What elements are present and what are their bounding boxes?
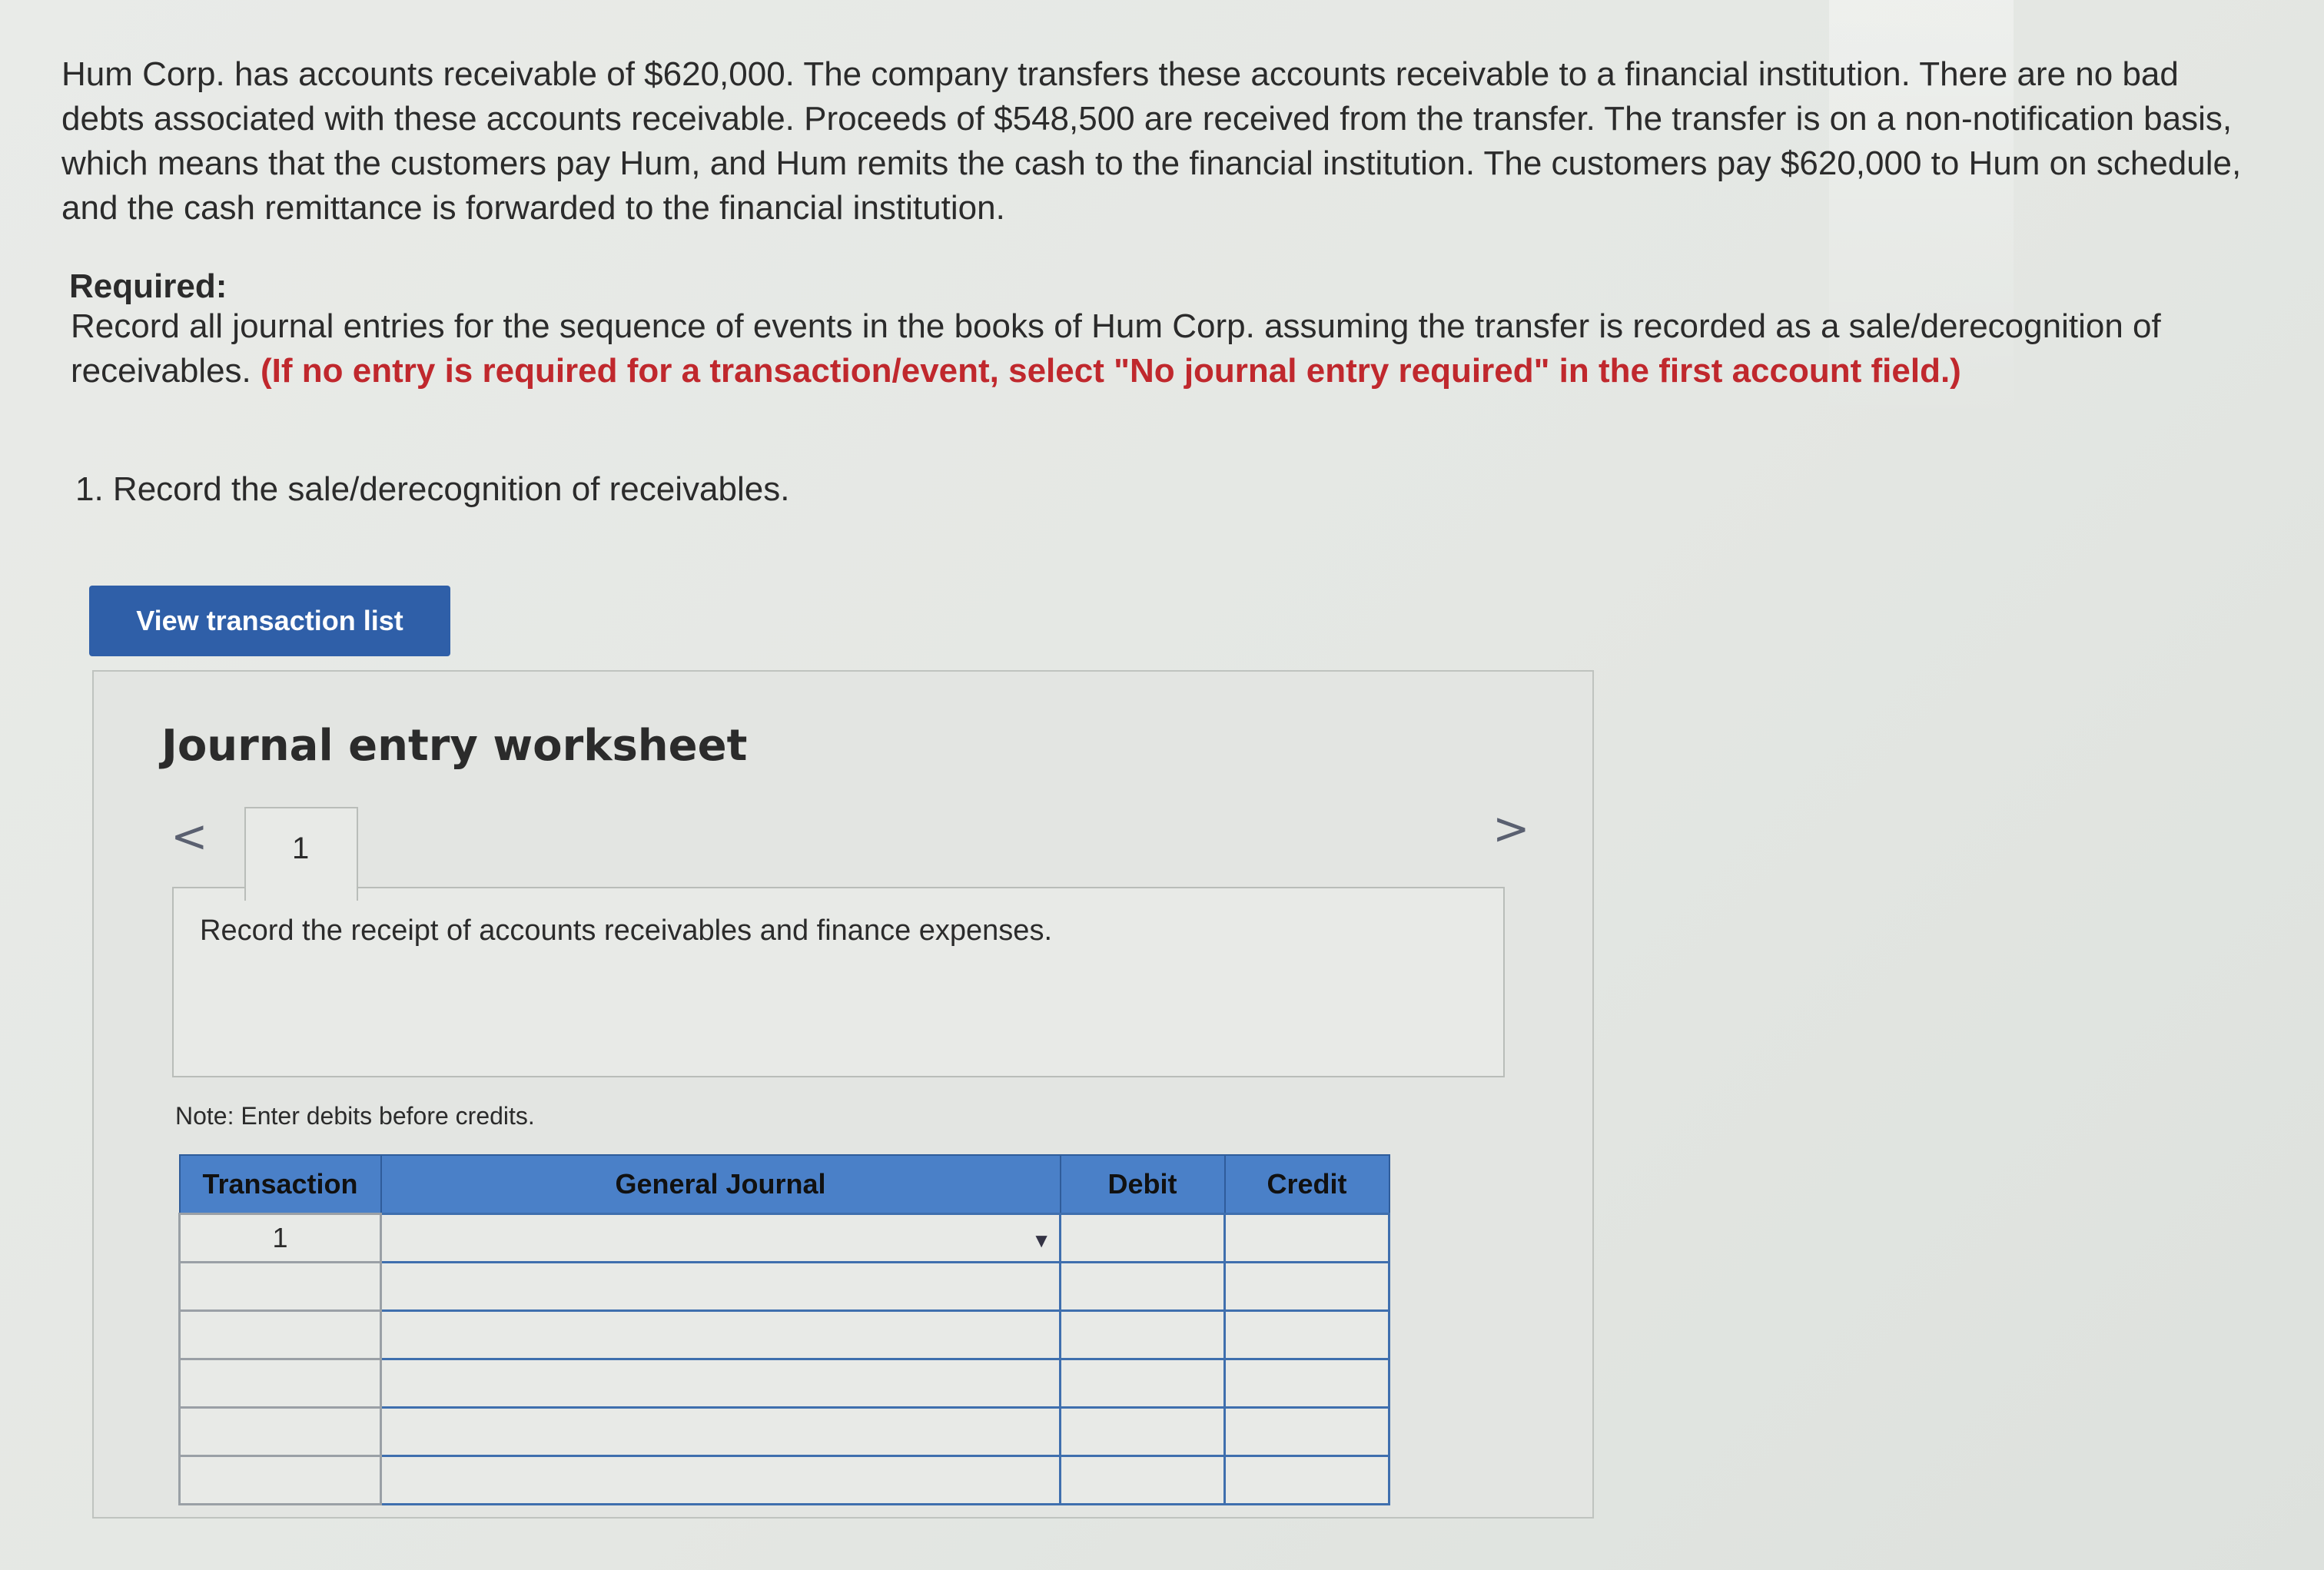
debit-cell[interactable] [1059,1309,1226,1360]
table-row [178,1261,1390,1312]
credit-cell[interactable] [1223,1455,1390,1505]
journal-entry-worksheet: Journal entry worksheet < 1 > Record the… [92,670,1594,1519]
tab-1-label: 1 [292,831,310,865]
account-select[interactable] [382,1263,1059,1309]
credit-input[interactable] [1226,1215,1388,1261]
credit-input[interactable] [1226,1263,1388,1309]
header-transaction: Transaction [178,1154,382,1215]
table-row [178,1358,1390,1409]
debit-cell[interactable] [1059,1261,1226,1312]
account-select-cell[interactable] [380,1309,1061,1360]
transaction-cell [178,1261,382,1312]
debit-credit-note: Note: Enter debits before credits. [175,1102,535,1130]
required-note: (If no entry is required for a transacti… [261,352,1961,390]
credit-cell[interactable] [1223,1261,1390,1312]
debit-cell[interactable] [1059,1213,1226,1263]
account-select-cell[interactable] [380,1455,1061,1505]
journal-header-row: Transaction General Journal Debit Credit [178,1154,1390,1215]
worksheet-title: Journal entry worksheet [161,721,748,771]
transaction-cell [178,1358,382,1409]
header-credit: Credit [1223,1154,1390,1215]
view-transaction-list-button[interactable]: View transaction list [89,586,450,656]
debit-input[interactable] [1061,1360,1223,1406]
required-instructions: Record all journal entries for the seque… [71,304,2161,393]
account-select[interactable] [382,1409,1059,1455]
credit-input[interactable] [1226,1457,1388,1503]
credit-cell[interactable] [1223,1213,1390,1263]
credit-cell[interactable] [1223,1406,1390,1457]
table-row [178,1455,1390,1505]
account-select[interactable] [382,1457,1059,1503]
credit-input[interactable] [1226,1409,1388,1455]
transaction-cell: 1 [178,1213,382,1263]
credit-cell[interactable] [1223,1358,1390,1409]
chevron-left-icon[interactable]: < [171,810,208,862]
chevron-down-icon[interactable]: ▼ [1031,1229,1051,1253]
instruction-text: Record the receipt of accounts receivabl… [200,914,1052,947]
header-general-journal: General Journal [380,1154,1061,1215]
account-select[interactable] [382,1360,1059,1406]
journal-table: Transaction General Journal Debit Credit… [178,1154,1390,1505]
required-heading: Required: [69,267,227,305]
credit-input[interactable] [1226,1312,1388,1358]
debit-cell[interactable] [1059,1455,1226,1505]
account-select-cell[interactable] [380,1406,1061,1457]
account-select[interactable] [382,1215,1059,1261]
transaction-cell [178,1455,382,1505]
table-row: 1 ▼ [178,1213,1390,1263]
problem-statement: Hum Corp. has accounts receivable of $62… [61,55,2242,227]
credit-input[interactable] [1226,1360,1388,1406]
transaction-cell [178,1406,382,1457]
tab-1[interactable]: 1 [244,807,358,901]
debit-cell[interactable] [1059,1406,1226,1457]
debit-input[interactable] [1061,1215,1223,1261]
account-select-cell[interactable] [380,1261,1061,1312]
step-label: 1. Record the sale/derecognition of rece… [75,470,790,508]
debit-input[interactable] [1061,1457,1223,1503]
credit-cell[interactable] [1223,1309,1390,1360]
table-row [178,1309,1390,1360]
debit-cell[interactable] [1059,1358,1226,1409]
account-select-cell[interactable] [380,1358,1061,1409]
account-select[interactable] [382,1312,1059,1358]
debit-input[interactable] [1061,1409,1223,1455]
transaction-cell [178,1309,382,1360]
debit-input[interactable] [1061,1312,1223,1358]
account-select-cell[interactable]: ▼ [380,1213,1061,1263]
instruction-box: Record the receipt of accounts receivabl… [172,887,1505,1077]
debit-input[interactable] [1061,1263,1223,1309]
table-row [178,1406,1390,1457]
header-debit: Debit [1059,1154,1226,1215]
chevron-right-icon[interactable]: > [1492,802,1530,855]
